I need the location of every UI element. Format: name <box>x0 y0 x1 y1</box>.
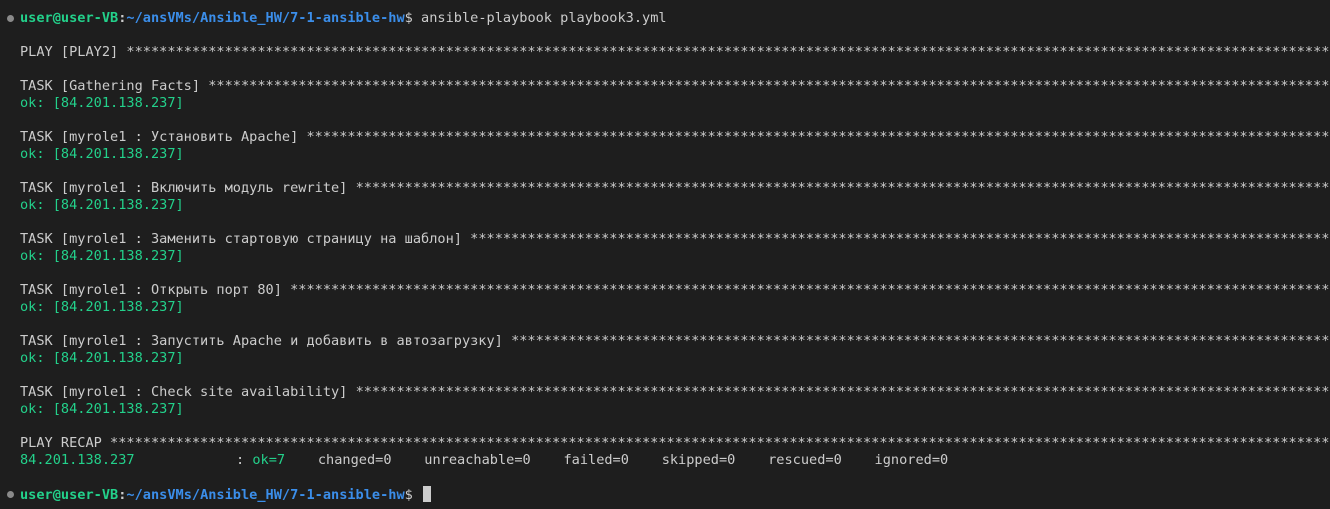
task-header-line: TASK [myrole1 : Запустить Apache и добав… <box>20 333 1330 350</box>
prompt-user-host: user@user-VB <box>20 487 119 503</box>
command-line: user@user-VB:~/ansVMs/Ansible_HW/7-1-ans… <box>20 10 667 27</box>
task-header: TASK [myrole1 : Запустить Apache и добав… <box>20 333 503 349</box>
terminal-window[interactable]: user@user-VB: ~/ansVMs/Ansible_HW/7-1-ans… <box>0 0 1330 509</box>
play-recap-line: PLAY RECAP *****************************… <box>20 435 1330 452</box>
task-header: TASK [Gathering Facts] <box>20 78 201 94</box>
task-result: ok: [84.201.138.237] <box>20 95 184 111</box>
recap-ignored: ignored=0 <box>874 452 949 468</box>
task-header-line: TASK [myrole1 : Check site availability]… <box>20 384 1330 401</box>
command-text: ansible-playbook playbook3.yml <box>421 10 667 26</box>
separator-stars: ****************************************… <box>355 384 1330 400</box>
task-header-line: TASK [myrole1 : Установить Apache] *****… <box>20 129 1330 146</box>
separator-stars: ****************************************… <box>126 44 1330 60</box>
task-result: ok: [84.201.138.237] <box>20 299 184 315</box>
recap-host: 84.201.138.237 <box>20 452 135 468</box>
task-result: ok: [84.201.138.237] <box>20 401 184 417</box>
prompt-dollar: $ <box>404 487 413 503</box>
recap-unreachable: unreachable=0 <box>424 452 531 468</box>
separator-stars: ****************************************… <box>208 78 1330 94</box>
play-header: PLAY [PLAY2] <box>20 44 119 60</box>
recap-rescued: rescued=0 <box>768 452 842 468</box>
prompt-path: ~/ansVMs/Ansible_HW/7-1-ansible-hw <box>126 10 405 26</box>
task-header: TASK [myrole1 : Заменить стартовую стран… <box>20 231 462 247</box>
separator-stars: ****************************************… <box>355 180 1330 196</box>
task-result: ok: [84.201.138.237] <box>20 248 184 264</box>
task-result: ok: [84.201.138.237] <box>20 146 184 162</box>
task-result: ok: [84.201.138.237] <box>20 350 184 366</box>
separator-stars: ****************************************… <box>110 435 1330 451</box>
separator-stars: ****************************************… <box>470 231 1330 247</box>
separator-stars: ****************************************… <box>290 282 1330 298</box>
recap-colon: : <box>236 452 245 468</box>
play-header-line: PLAY [PLAY2] ***************************… <box>20 44 1330 61</box>
task-header-line: TASK [Gathering Facts] *****************… <box>20 78 1330 95</box>
task-header: TASK [myrole1 : Установить Apache] <box>20 129 299 145</box>
task-header-line: TASK [myrole1 : Открыть порт 80] *******… <box>20 282 1330 299</box>
task-header: TASK [myrole1 : Check site availability] <box>20 384 348 400</box>
recap-changed: changed=0 <box>317 452 392 468</box>
task-header-line: TASK [myrole1 : Заменить стартовую стран… <box>20 231 1330 248</box>
prompt-status-dot[interactable] <box>7 491 14 498</box>
separator-stars: ****************************************… <box>511 333 1330 349</box>
prompt-dollar: $ <box>404 10 413 26</box>
task-header-line: TASK [myrole1 : Включить модуль rewrite]… <box>20 180 1330 197</box>
play-recap-header: PLAY RECAP <box>20 435 102 451</box>
recap-failed: failed=0 <box>563 452 629 468</box>
task-header: TASK [myrole1 : Открыть порт 80] <box>20 282 282 298</box>
recap-row: 84.201.138.237: ok=7 changed=0 unreachab… <box>20 452 948 469</box>
task-result: ok: [84.201.138.237] <box>20 197 184 213</box>
text-cursor[interactable] <box>423 486 432 502</box>
prompt-user-host: user@user-VB <box>20 10 119 26</box>
task-header: TASK [myrole1 : Включить модуль rewrite] <box>20 180 348 196</box>
separator-stars: ****************************************… <box>306 129 1330 145</box>
prompt-path: ~/ansVMs/Ansible_HW/7-1-ansible-hw <box>126 487 405 503</box>
prompt-line[interactable]: user@user-VB:~/ansVMs/Ansible_HW/7-1-ans… <box>20 486 432 503</box>
recap-ok: ok=7 <box>252 452 286 468</box>
command-status-dot[interactable] <box>7 15 14 22</box>
recap-skipped: skipped=0 <box>661 452 736 468</box>
